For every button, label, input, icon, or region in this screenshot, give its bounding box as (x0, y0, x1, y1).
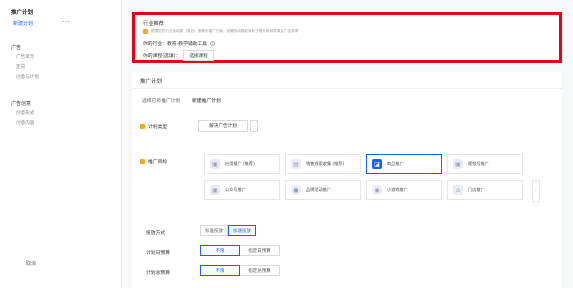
plan-header: 推广计划 (132, 72, 562, 89)
brand-icon: ● (291, 185, 301, 195)
daily-budget-toggle: 不限 指定日预算 (200, 245, 280, 256)
total-budget-toggle: 不限 指定总预算 (200, 265, 280, 276)
course-label: 你的课程(选填)： (143, 54, 181, 59)
plan-type-select[interactable]: 解决广告计划 (198, 120, 248, 132)
daily-budget-label: 计划日预算 (146, 251, 170, 256)
sidebar-item-creative-plan[interactable]: 创意与计划 (16, 74, 39, 80)
industry-title: 行业推荐 (143, 21, 164, 27)
plan-type-label: 计划类型 (140, 123, 167, 130)
required-icon (140, 159, 145, 164)
target-product-promotion[interactable]: ◪ 商品推广 (366, 154, 442, 174)
target-brand-activity[interactable]: ● 品牌活动推广 (285, 180, 361, 200)
sidebar-group-ad[interactable]: 广告 (11, 44, 21, 51)
target-lead-collection[interactable]: ▤ 销售线索收集 (推荐) (285, 154, 361, 174)
plan-header-title: 推广计划 (140, 79, 163, 85)
industry-label: 你的行业：教育-教学辅助工具 (143, 42, 208, 47)
cancel-button[interactable]: 取消 (26, 260, 36, 267)
sidebar-item-ad-unit[interactable]: 广告单元 (16, 54, 34, 60)
delivery-method-label: 投放方式 (146, 231, 166, 236)
course-row: 你的课程(选填)： 选择课程 (143, 50, 214, 61)
sidebar-item-creative-form[interactable]: 创意形式 (16, 110, 34, 116)
target-mini-game[interactable]: ◉ 小游戏推广 (366, 180, 442, 200)
sidebar-group-creative[interactable]: 广告创意 (11, 100, 31, 107)
target-official-account[interactable]: ▣ 公众号推广 (204, 180, 280, 200)
industry-warning-text: 根据您的行业及填报（类目）推荐的推广方案，准确的填报能有利于提升推荐效果及广告效… (151, 29, 299, 33)
main-content: 行业推荐 根据您的行业及填报（类目）推荐的推广方案，准确的填报能有利于提升推荐效… (130, 0, 573, 288)
promotion-target-label: 推广目标 (140, 158, 167, 165)
shopping-bag-icon: ◪ (372, 159, 382, 169)
plan-type-extra[interactable]: ··· (250, 120, 258, 132)
tab-new-plan[interactable]: 新建推广计划 (192, 97, 221, 104)
daily-budget-unlimited[interactable]: 不限 (200, 245, 240, 256)
industry-recommendation-panel: 行业推荐 根据您的行业及填报（类目）推荐的推广方案，准确的填报能有利于提升推荐效… (132, 12, 562, 63)
total-budget-label: 计划总预算 (146, 271, 170, 276)
industry-warning: 根据您的行业及填报（类目）推荐的推广方案，准确的填报能有利于提升推荐效果及广告效… (143, 29, 298, 34)
select-course-button[interactable]: 选择课程 (183, 50, 214, 61)
lead-icon: ▤ (291, 159, 301, 169)
chevron-right-icon[interactable]: › (532, 180, 540, 202)
delivery-method-toggle: 标准投放 加速投放 (200, 225, 256, 236)
sidebar-title: 推广计划 (11, 10, 34, 16)
total-budget-unlimited[interactable]: 不限 (200, 265, 240, 276)
daily-budget-specified[interactable]: 指定日预算 (240, 245, 280, 256)
target-app-promotion[interactable]: ▣ 应用推广 (推荐) (204, 154, 280, 174)
more-icon[interactable]: ··· (62, 18, 70, 26)
sidebar: 推广计划 新建计划 ··· 广告 广告单元 定向 创意与计划 广告创意 创意形式… (0, 0, 122, 288)
target-store-promotion[interactable]: ⌂ 门店推广 (447, 180, 523, 200)
new-plan-link[interactable]: 新建计划 (13, 20, 33, 27)
sidebar-item-targeting[interactable]: 定向 (16, 64, 25, 70)
total-budget-specified[interactable]: 指定总预算 (240, 265, 280, 276)
help-icon[interactable]: ? (210, 41, 216, 46)
game-icon: ◉ (372, 185, 382, 195)
warning-icon (143, 29, 148, 34)
delivery-accelerated-option[interactable]: 加速投放 (228, 225, 256, 236)
store-icon: ⌂ (453, 185, 463, 195)
tab-existing-plan[interactable]: 选择已有推广计划 (142, 97, 180, 104)
promotion-plan-card: 推广计划 选择已有推广计划 新建推广计划 计划类型 解决广告计划 ··· 推广目… (132, 72, 562, 288)
target-video-account[interactable]: ▣ 视频号推广 (447, 154, 523, 174)
sidebar-item-creative-content[interactable]: 创意内容 (16, 120, 34, 126)
delivery-standard-option[interactable]: 标准投放 (200, 225, 228, 236)
required-icon (140, 124, 145, 129)
video-icon: ▣ (453, 159, 463, 169)
official-account-icon: ▣ (210, 185, 220, 195)
app-icon: ▣ (210, 159, 220, 169)
industry-row: 你的行业：教育-教学辅助工具 ? (143, 40, 216, 47)
